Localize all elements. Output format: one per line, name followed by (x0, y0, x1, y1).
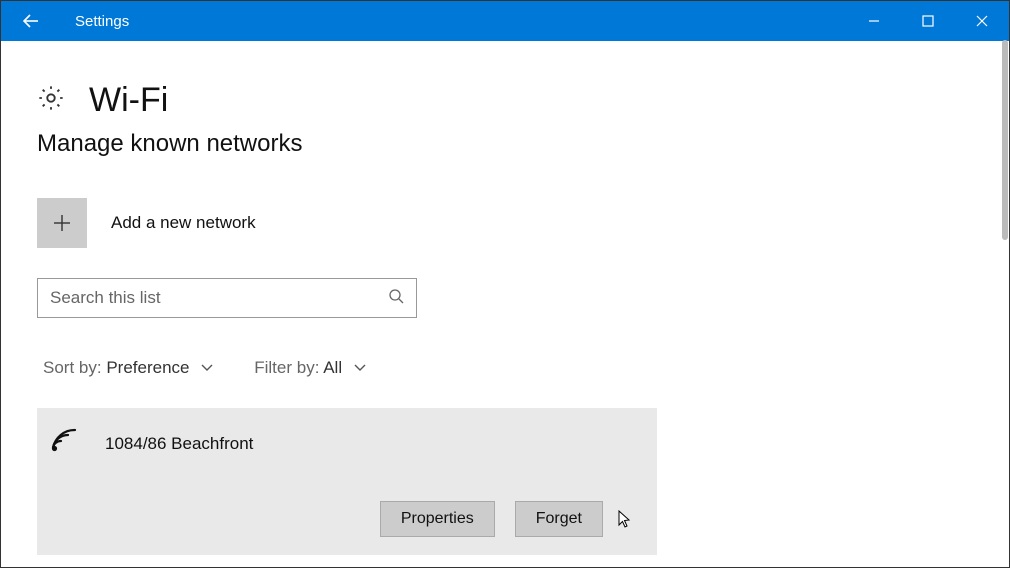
maximize-icon (922, 15, 934, 27)
titlebar: Settings (1, 1, 1009, 41)
cursor-icon (617, 509, 633, 534)
filter-by-dropdown[interactable]: Filter by: All (254, 358, 367, 378)
add-network-button[interactable]: Add a new network (37, 198, 973, 248)
sort-label: Sort by: (43, 358, 102, 377)
plus-icon (50, 211, 74, 235)
filter-value: All (323, 358, 342, 377)
close-icon (976, 15, 988, 27)
filter-label: Filter by: (254, 358, 319, 377)
maximize-button[interactable] (901, 1, 955, 41)
sort-value: Preference (106, 358, 189, 377)
search-box[interactable] (37, 278, 417, 318)
chevron-down-icon (200, 358, 214, 378)
gear-icon (37, 84, 65, 117)
filter-row: Sort by: Preference Filter by: All (37, 358, 973, 378)
back-button[interactable] (1, 1, 61, 41)
search-icon (388, 288, 404, 309)
network-row: 1084/86 Beachfront (49, 426, 633, 461)
page-subheading: Manage known networks (37, 130, 973, 158)
scrollbar[interactable] (1002, 40, 1008, 240)
network-item[interactable]: 1084/86 Beachfront Properties Forget (37, 408, 657, 555)
add-network-label: Add a new network (111, 213, 256, 233)
sort-by-dropdown[interactable]: Sort by: Preference (43, 358, 214, 378)
page-header: Wi-Fi (37, 81, 973, 120)
back-arrow-icon (21, 11, 41, 31)
chevron-down-icon (353, 358, 367, 378)
page-title: Wi-Fi (89, 81, 168, 120)
close-button[interactable] (955, 1, 1009, 41)
content-area: Wi-Fi Manage known networks Add a new ne… (1, 41, 1009, 567)
forget-button[interactable]: Forget (515, 501, 603, 537)
network-name: 1084/86 Beachfront (105, 434, 253, 454)
search-input[interactable] (50, 288, 388, 308)
network-buttons: Properties Forget (49, 501, 633, 537)
properties-button[interactable]: Properties (380, 501, 495, 537)
minimize-icon (868, 15, 880, 27)
minimize-button[interactable] (847, 1, 901, 41)
wifi-icon (49, 426, 83, 461)
window-title: Settings (61, 13, 129, 30)
add-icon-box (37, 198, 87, 248)
